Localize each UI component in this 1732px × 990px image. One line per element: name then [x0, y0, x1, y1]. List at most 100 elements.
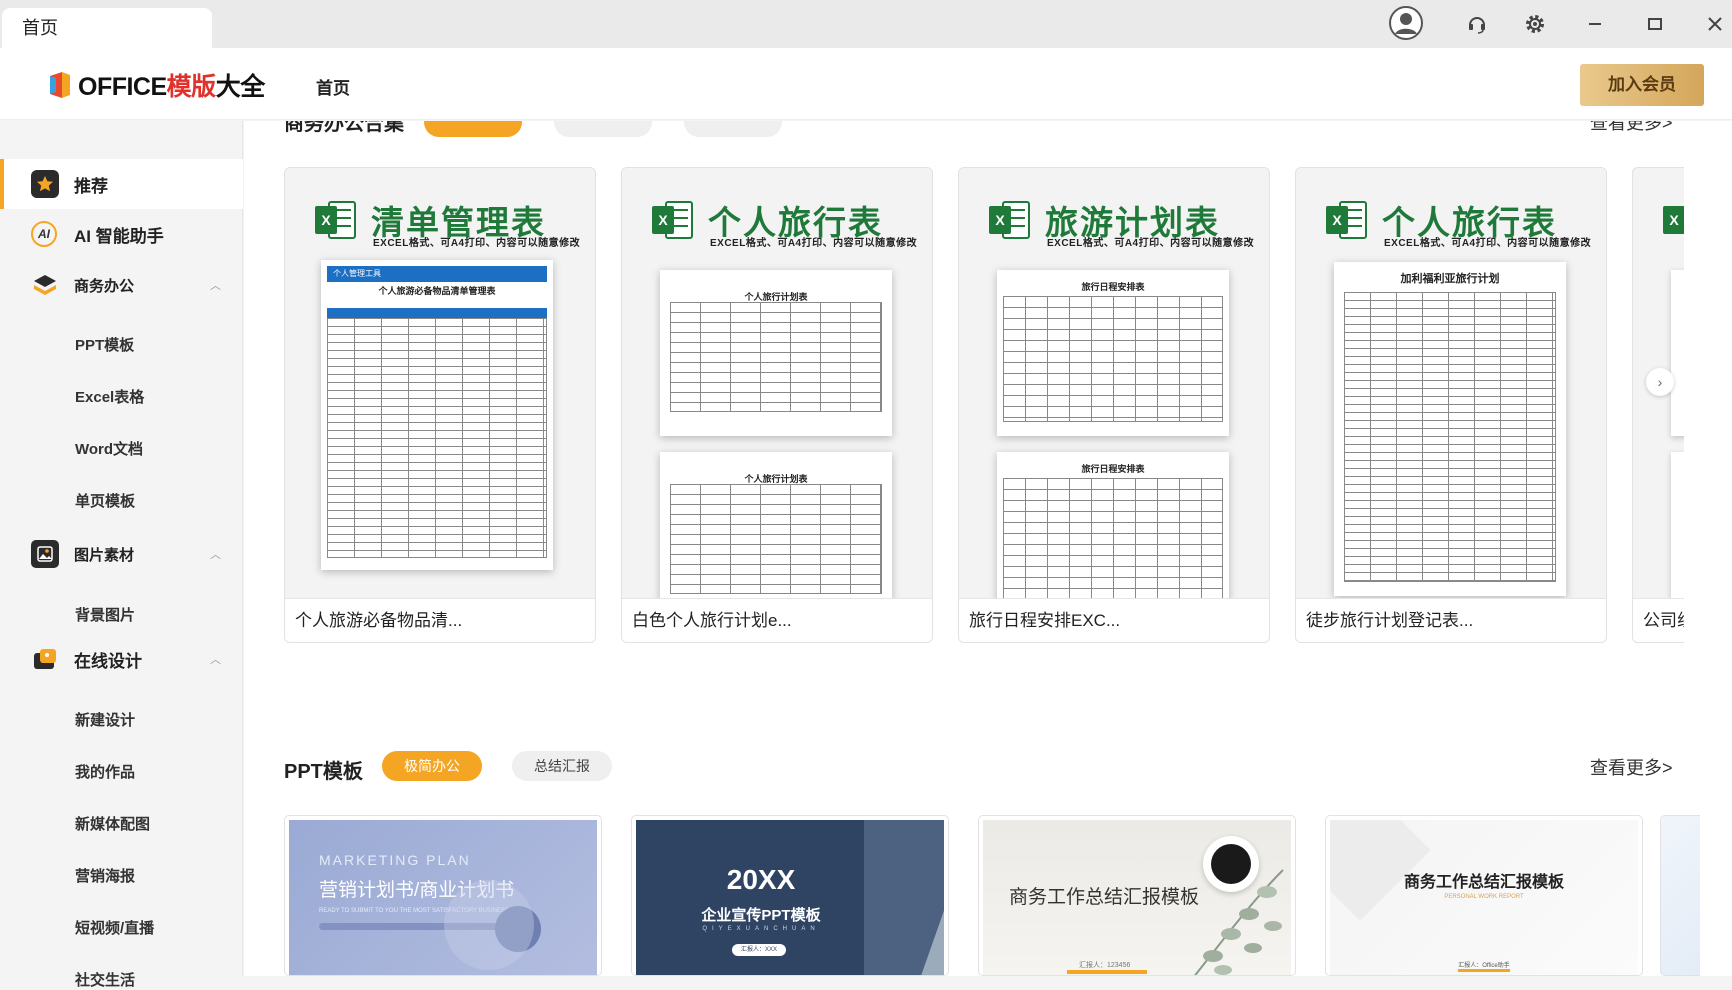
- section-ppt-more-link[interactable]: 查看更多>: [1590, 754, 1673, 780]
- sheet-preview: 旅行日程安排表: [997, 270, 1229, 436]
- template-caption: 徒步旅行计划登记表...: [1296, 598, 1606, 642]
- sidebar-item-images[interactable]: 图片素材 ︿: [0, 529, 243, 579]
- sidebar-item-design[interactable]: 在线设计 ︿: [0, 634, 243, 684]
- carousel-fade: [1684, 121, 1732, 661]
- ppt-spaced-text: QIYEXUANCHUAN: [702, 926, 820, 932]
- sidebar-item-label: 商务办公: [74, 277, 135, 295]
- sheet-title: 旅行日程安排表: [1081, 464, 1145, 474]
- svg-text:X: X: [1669, 212, 1679, 228]
- user-avatar-icon[interactable]: [1387, 3, 1425, 43]
- chevron-up-icon[interactable]: ︿: [210, 546, 221, 562]
- svg-text:X: X: [1332, 212, 1342, 228]
- excel-icon: X: [1663, 206, 1684, 234]
- template-card[interactable]: X 个人旅行表 EXCEL格式、可A4打印、内容可以随意修改 个人旅行计划表 个…: [621, 167, 933, 643]
- sidebar-sub-social-life[interactable]: 社交生活: [75, 969, 135, 990]
- sidebar-sub-marketing-poster[interactable]: 营销海报: [75, 865, 135, 886]
- ppt-card[interactable]: 商务工作总结汇报模板 PERSONAL WORK REPORT 汇报人：Offi…: [1325, 815, 1643, 976]
- ppt-card[interactable]: 商务工作总结汇报模板 汇报人：123456: [978, 815, 1296, 976]
- sheet-grid: [1344, 292, 1556, 582]
- excel-icon: X: [989, 201, 1030, 239]
- sheet-title: 加利福利亚旅行计划: [1400, 273, 1500, 285]
- section-business-tab[interactable]: [554, 121, 652, 137]
- ppt-thumbnail: 20XX 企业宣传PPT模板 QIYEXUANCHUAN 汇报人：XXX: [636, 820, 944, 975]
- sheet-grid: [1003, 296, 1223, 422]
- template-card[interactable]: X 清单管理表 EXCEL格式、可A4打印、内容可以随意修改 个人管理工具 个人…: [284, 167, 596, 643]
- title-bar: 首页: [0, 0, 1732, 48]
- chevron-up-icon[interactable]: ︿: [210, 277, 221, 293]
- sidebar-item-recommend[interactable]: 推荐: [0, 159, 243, 209]
- sidebar-item-label: 图片素材: [74, 546, 135, 564]
- section-business-tab-active[interactable]: [424, 121, 522, 137]
- ppt-decor-block: [864, 820, 944, 975]
- eucalyptus-leaves-icon: [1194, 869, 1284, 975]
- sidebar-sub-my-works[interactable]: 我的作品: [75, 761, 135, 782]
- carousel-next-button[interactable]: ›: [1646, 368, 1674, 396]
- ppt-card[interactable]: 20XX 企业宣传PPT模板 QIYEXUANCHUAN 汇报人：XXX: [631, 815, 949, 976]
- section-business-title: 商务办公合集: [284, 121, 404, 135]
- ppt-card[interactable]: MARKETING PLAN 营销计划书/商业计划书 READY TO SUBM…: [284, 815, 602, 976]
- ppt-card-partial[interactable]: [1660, 815, 1700, 976]
- star-icon: [31, 170, 59, 198]
- sidebar-sub-short-video[interactable]: 短视频/直播: [75, 917, 154, 938]
- section-business-more-link[interactable]: 查看更多>: [1590, 121, 1673, 135]
- app-logo[interactable]: OFFICE模版大全: [46, 68, 265, 102]
- ppt-thumbnail: MARKETING PLAN 营销计划书/商业计划书 READY TO SUBM…: [289, 820, 597, 975]
- sheet-preview: 旅行日程安排表: [997, 452, 1229, 618]
- sidebar-sub-new-media[interactable]: 新媒体配图: [75, 813, 150, 834]
- sidebar-item-label: AI 智能助手: [74, 226, 164, 246]
- join-vip-button[interactable]: 加入会员: [1580, 64, 1704, 106]
- section-business-tab[interactable]: [684, 121, 782, 137]
- gear-icon[interactable]: [1518, 8, 1552, 40]
- sidebar: 推荐 AI AI 智能助手 商务办公 ︿ PPT模板 Excel表格 Word文…: [0, 121, 243, 989]
- sidebar-sub-word[interactable]: Word文档: [75, 438, 143, 459]
- sidebar-sub-new-design[interactable]: 新建设计: [75, 709, 135, 730]
- sheet-column-header: [327, 308, 547, 318]
- template-card[interactable]: X 旅游计划表 EXCEL格式、可A4打印、内容可以随意修改 旅行日程安排表 旅…: [958, 167, 1270, 643]
- main-content: 商务办公合集 查看更多> X 清单管理表 EXCEL格式、可A4打印、内容可以随…: [244, 121, 1732, 976]
- sheet-grid: [670, 302, 882, 412]
- sidebar-sub-excel[interactable]: Excel表格: [75, 386, 144, 407]
- svg-text:X: X: [658, 212, 668, 228]
- sheet-preview: 个人管理工具 个人旅游必备物品清单管理表: [321, 260, 553, 570]
- card-badge-subtitle: EXCEL格式、可A4打印、内容可以随意修改: [373, 238, 581, 249]
- sidebar-item-ai[interactable]: AI AI 智能助手: [0, 209, 243, 259]
- sidebar-sub-background[interactable]: 背景图片: [75, 604, 135, 625]
- template-caption: 白色个人旅行计划e...: [622, 598, 932, 642]
- ppt-presenter-tag: 汇报人：XXX: [732, 944, 786, 956]
- sidebar-sub-single-page[interactable]: 单页模板: [75, 490, 135, 511]
- section-ppt-tab-summary[interactable]: 总结汇报: [512, 751, 612, 781]
- maximize-icon[interactable]: [1638, 8, 1672, 40]
- tab-home[interactable]: 首页: [2, 8, 212, 48]
- sheet-grid: [327, 318, 547, 558]
- ppt-presenter: 汇报人：Office助手: [1458, 963, 1510, 969]
- layers-icon: [31, 271, 59, 299]
- close-icon[interactable]: [1698, 8, 1732, 40]
- sidebar-sub-ppt[interactable]: PPT模板: [75, 334, 134, 355]
- template-card-partial[interactable]: X 公司组: [1632, 167, 1684, 643]
- ppt-decor-bar: [1067, 970, 1147, 974]
- card-badge-subtitle: EXCEL格式、可A4打印、内容可以随意修改: [710, 238, 918, 249]
- template-card[interactable]: X 个人旅行表 EXCEL格式、可A4打印、内容可以随意修改 加利福利亚旅行计划…: [1295, 167, 1607, 643]
- nav-home-link[interactable]: 首页: [316, 74, 350, 99]
- ppt-presenter: 汇报人：123456: [1079, 962, 1131, 969]
- chevron-up-icon[interactable]: ︿: [210, 651, 221, 667]
- logo-text-suffix: 大全: [215, 73, 266, 101]
- card-badge-subtitle: EXCEL格式、可A4打印、内容可以随意修改: [1047, 238, 1255, 249]
- ppt-title: 商务工作总结汇报模板: [1009, 887, 1200, 908]
- template-thumbnail: X 个人旅行表 EXCEL格式、可A4打印、内容可以随意修改 加利福利亚旅行计划: [1296, 168, 1606, 598]
- section-ppt-tab-minimal[interactable]: 极简办公: [382, 751, 482, 781]
- ppt-title: 20XX: [726, 864, 796, 895]
- ppt-eyebrow: MARKETING PLAN: [319, 852, 471, 868]
- template-caption: 个人旅游必备物品清...: [285, 598, 595, 642]
- headset-icon[interactable]: [1460, 8, 1494, 40]
- sidebar-item-label: 在线设计: [74, 651, 142, 671]
- ai-icon: AI: [31, 221, 57, 247]
- sheet-title: 个人旅游必备物品清单管理表: [378, 286, 496, 296]
- sidebar-item-business[interactable]: 商务办公 ︿: [0, 260, 243, 310]
- sheet-preview: 个人旅行计划表: [660, 270, 892, 436]
- logo-text-prefix: OFFICE: [78, 73, 167, 101]
- ppt-decor-bar: [1458, 969, 1510, 972]
- sheet-title: 旅行日程安排表: [1081, 282, 1145, 292]
- minimize-icon[interactable]: [1578, 8, 1612, 40]
- sheet-grid: [1003, 478, 1223, 604]
